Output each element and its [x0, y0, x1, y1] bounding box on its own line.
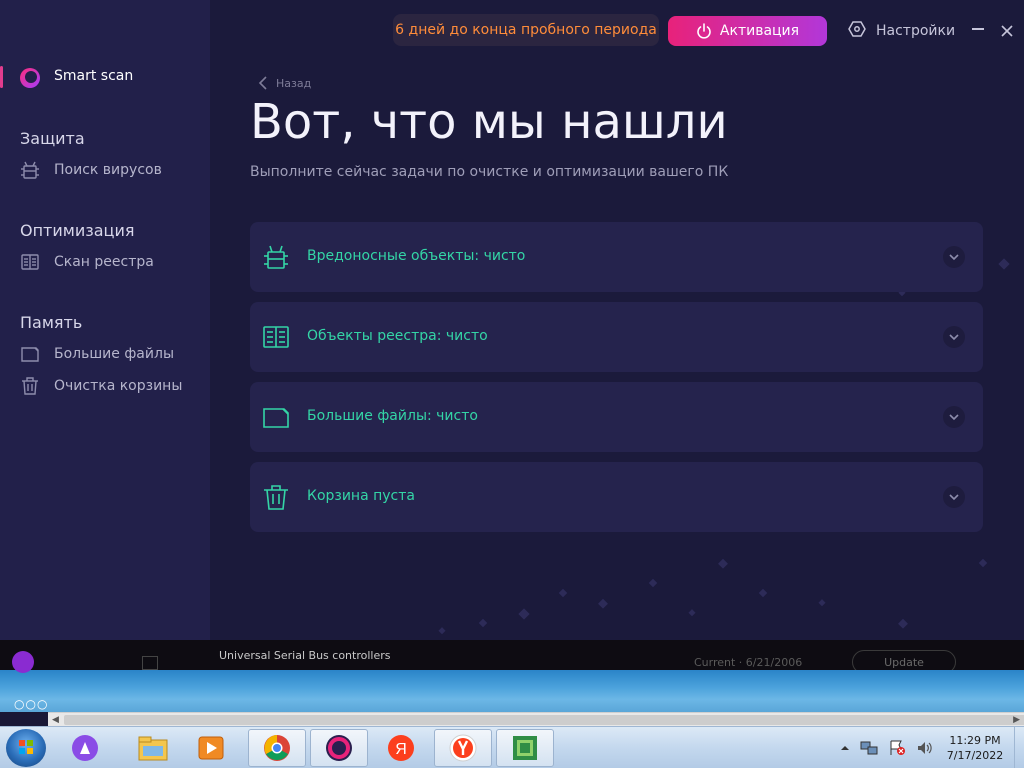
network-icon[interactable]: [860, 740, 878, 756]
sidebar: Smart scan Защита Поиск вирусов Оптимиза…: [0, 0, 210, 640]
section-protection-title: Защита: [20, 129, 85, 148]
folder-icon: [262, 403, 290, 431]
trash-icon: [20, 376, 40, 396]
current-version-label: Current · 6/21/2006: [694, 656, 803, 669]
svg-text:Я: Я: [395, 741, 407, 758]
chevron-down-icon[interactable]: [943, 406, 965, 428]
smart-scan-logo-icon[interactable]: [20, 68, 40, 88]
file-explorer-icon: [138, 736, 168, 761]
windows-logo-icon: [19, 740, 33, 754]
chrome-icon: [264, 735, 290, 761]
horizontal-scrollbar[interactable]: ◀ ▶: [48, 712, 1024, 726]
alice-icon: [72, 735, 98, 761]
media-player-icon: [198, 736, 224, 760]
sidebar-item-label: Поиск вирусов: [54, 162, 162, 178]
sidebar-item-label: Скан реестра: [54, 254, 154, 270]
device-label: Universal Serial Bus controllers: [219, 649, 391, 662]
sidebar-item-large-files[interactable]: Большие файлы: [20, 343, 174, 365]
taskbar-yandex[interactable]: Я: [372, 729, 430, 767]
bug-icon: [262, 243, 290, 271]
scroll-thumb[interactable]: [64, 715, 1024, 725]
sidebar-item-smart-scan[interactable]: Smart scan: [54, 68, 133, 84]
chevron-down-icon[interactable]: [943, 326, 965, 348]
taskbar-cleaner-app[interactable]: [310, 729, 368, 767]
desktop-background: [0, 670, 1024, 712]
app-logo-icon: [326, 735, 352, 761]
system-tray: [840, 735, 944, 761]
taskbar-alice[interactable]: [56, 729, 114, 767]
result-label: Большие файлы: чисто: [307, 408, 478, 424]
section-optimization-title: Оптимизация: [20, 221, 135, 240]
scroll-right-icon[interactable]: ▶: [1013, 715, 1020, 725]
book-icon: [262, 323, 290, 351]
result-label: Объекты реестра: чисто: [307, 328, 488, 344]
settings-button[interactable]: Настройки: [848, 20, 955, 42]
back-label: Назад: [276, 76, 312, 90]
yandex-browser-icon: [449, 734, 477, 762]
result-card-trash[interactable]: Корзина пуста: [250, 462, 983, 532]
sidebar-item-virus-scan[interactable]: Поиск вирусов: [20, 159, 162, 181]
alice-floating-icon[interactable]: [12, 651, 34, 673]
activate-button[interactable]: Активация: [668, 16, 827, 46]
volume-icon[interactable]: [916, 740, 934, 756]
chevron-down-icon[interactable]: [943, 486, 965, 508]
clock[interactable]: 11:29 PM 7/17/2022: [940, 733, 1010, 763]
bug-icon: [20, 160, 40, 180]
gear-icon: [848, 20, 866, 42]
trash-icon: [262, 483, 290, 511]
start-button[interactable]: [6, 729, 46, 767]
result-label: Корзина пуста: [307, 488, 415, 504]
background-window: Universal Serial Bus controllers Current…: [0, 640, 1024, 674]
taskbar-yandex-browser[interactable]: [434, 729, 492, 767]
settings-label: Настройки: [876, 23, 956, 39]
folder-icon: [20, 344, 40, 364]
minimize-button[interactable]: [972, 28, 984, 30]
trial-badge[interactable]: 6 дней до конца пробного периода: [393, 14, 659, 46]
taskbar-chrome[interactable]: [248, 729, 306, 767]
sidebar-item-registry-scan[interactable]: Скан реестра: [20, 251, 154, 273]
sidebar-item-trash-cleanup[interactable]: Очистка корзины: [20, 375, 182, 397]
checkbox[interactable]: [142, 656, 158, 670]
back-link[interactable]: Назад: [258, 76, 311, 90]
taskbar-explorer[interactable]: [124, 729, 182, 767]
result-card-large-files[interactable]: Большие файлы: чисто: [250, 382, 983, 452]
chevron-up-icon[interactable]: [840, 743, 850, 753]
taskbar-media-player[interactable]: [182, 729, 240, 767]
section-memory-title: Память: [20, 313, 83, 332]
page-title: Вот, что мы нашли: [250, 94, 728, 150]
activate-label: Активация: [719, 23, 800, 39]
result-card-malware[interactable]: Вредоносные объекты: чисто: [250, 222, 983, 292]
chevron-left-icon: [258, 76, 267, 90]
clock-date: 7/17/2022: [946, 749, 1004, 762]
sidebar-item-label: Очистка корзины: [54, 378, 183, 394]
scroll-left-icon[interactable]: ◀: [52, 715, 59, 725]
book-icon: [20, 252, 40, 272]
result-card-registry[interactable]: Объекты реестра: чисто: [250, 302, 983, 372]
taskbar-image-viewer[interactable]: [496, 729, 554, 767]
close-button[interactable]: [996, 20, 1018, 42]
close-icon: [1001, 25, 1013, 37]
app-window: Smart scan Защита Поиск вирусов Оптимиза…: [0, 0, 1024, 640]
power-icon: [696, 23, 712, 39]
show-desktop-button[interactable]: [1014, 727, 1024, 768]
clock-time: 11:29 PM: [949, 734, 1001, 747]
result-label: Вредоносные объекты: чисто: [307, 248, 526, 264]
image-viewer-icon: [513, 736, 537, 760]
more-icon[interactable]: ○○○: [14, 697, 48, 711]
yandex-icon: Я: [388, 735, 414, 761]
page-subtitle: Выполните сейчас задачи по очистке и опт…: [250, 164, 729, 180]
taskbar: Я 11:29 PM 7/17/2022: [0, 726, 1024, 768]
action-center-icon[interactable]: [888, 740, 906, 756]
active-indicator: [0, 66, 3, 88]
chevron-down-icon[interactable]: [943, 246, 965, 268]
sidebar-item-label: Большие файлы: [54, 346, 174, 362]
